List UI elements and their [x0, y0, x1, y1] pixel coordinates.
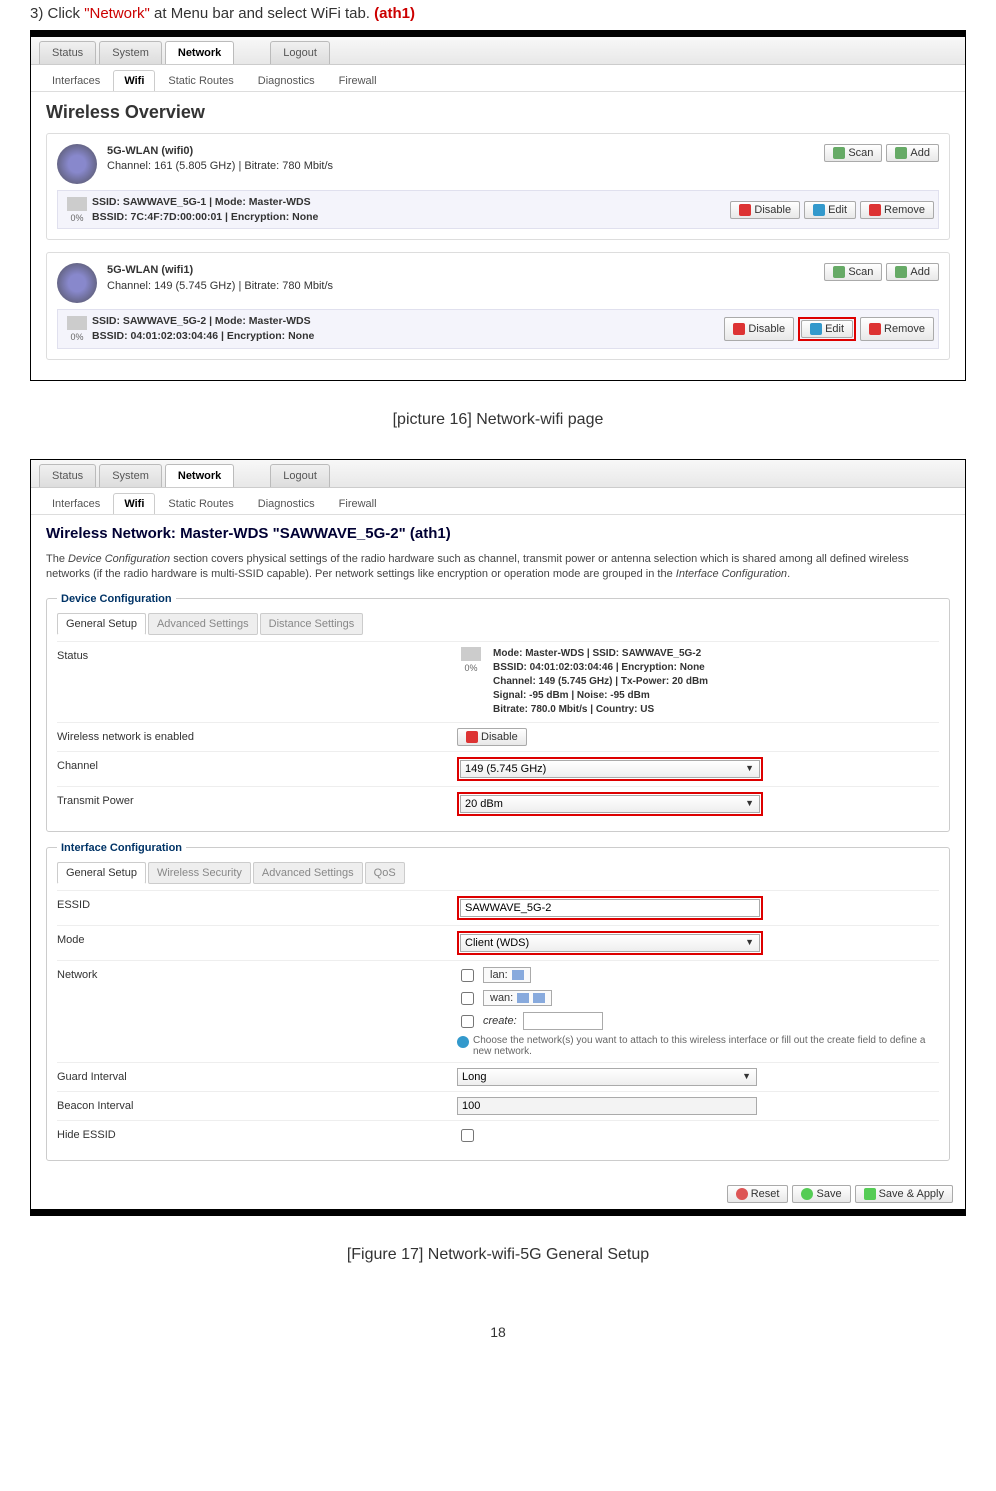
- main-tabs: Status System Network Logout: [31, 37, 965, 65]
- beacon-label: Beacon Interval: [57, 1097, 457, 1112]
- guard-label: Guard Interval: [57, 1068, 457, 1083]
- scan-button[interactable]: Scan: [824, 263, 882, 281]
- net-icon: [517, 993, 529, 1003]
- instruction-text: 3) Click "Network" at Menu bar and selec…: [30, 5, 966, 22]
- innertab-distance[interactable]: Distance Settings: [260, 613, 364, 635]
- subtab-wifi[interactable]: Wifi: [113, 493, 155, 514]
- interface-config-fieldset: Interface Configuration General Setup Wi…: [46, 842, 950, 1161]
- txpower-select[interactable]: [460, 795, 760, 813]
- wan-checkbox[interactable]: [461, 992, 474, 1005]
- tab-logout[interactable]: Logout: [270, 464, 330, 487]
- save-apply-button[interactable]: Save & Apply: [855, 1185, 953, 1203]
- innertab-qos[interactable]: QoS: [365, 862, 405, 884]
- net-icon: [533, 993, 545, 1003]
- description: The Device Configuration section covers …: [46, 552, 950, 583]
- signal-icon: 0%: [62, 316, 92, 342]
- channel-select[interactable]: [460, 760, 760, 778]
- remove-button[interactable]: Remove: [860, 317, 934, 341]
- channel-label: Channel: [57, 757, 457, 772]
- wifi1-block: 5G-WLAN (wifi1) Channel: 149 (5.745 GHz)…: [46, 252, 950, 359]
- tab-network[interactable]: Network: [165, 41, 234, 64]
- mode-label: Mode: [57, 931, 457, 946]
- subtab-firewall[interactable]: Firewall: [328, 493, 388, 514]
- save-button[interactable]: Save: [792, 1185, 850, 1203]
- mode-select[interactable]: [460, 934, 760, 952]
- sub-tabs: Interfaces Wifi Static Routes Diagnostic…: [31, 65, 965, 92]
- enabled-label: Wireless network is enabled: [57, 728, 457, 743]
- page-number: 18: [30, 1324, 966, 1340]
- subtab-static[interactable]: Static Routes: [157, 70, 244, 91]
- subtab-static[interactable]: Static Routes: [157, 493, 244, 514]
- innertab-advanced[interactable]: Advanced Settings: [253, 862, 363, 884]
- hide-essid-label: Hide ESSID: [57, 1126, 457, 1141]
- innertab-general[interactable]: General Setup: [57, 862, 146, 884]
- add-button[interactable]: Add: [886, 144, 939, 162]
- add-button[interactable]: Add: [886, 263, 939, 281]
- essid-label: ESSID: [57, 896, 457, 911]
- guard-select[interactable]: [457, 1068, 757, 1086]
- main-tabs: Status System Network Logout: [31, 460, 965, 488]
- edit-highlight: Edit: [798, 317, 856, 341]
- status-label: Status: [57, 647, 457, 662]
- tab-system[interactable]: System: [99, 41, 162, 64]
- interface-config-legend: Interface Configuration: [57, 842, 186, 854]
- lan-checkbox[interactable]: [461, 969, 474, 982]
- footer-buttons: Reset Save Save & Apply: [31, 1179, 965, 1209]
- disable-button[interactable]: Disable: [724, 317, 794, 341]
- subtab-interfaces[interactable]: Interfaces: [41, 493, 111, 514]
- subtab-firewall[interactable]: Firewall: [328, 70, 388, 91]
- subtab-diag[interactable]: Diagnostics: [247, 70, 326, 91]
- tab-logout[interactable]: Logout: [270, 41, 330, 64]
- tab-status[interactable]: Status: [39, 41, 96, 64]
- caption-1: [picture 16] Network-wifi page: [30, 411, 966, 429]
- disable-button[interactable]: Disable: [457, 728, 527, 746]
- wifi-icon: [57, 144, 97, 184]
- signal-icon: 0%: [62, 197, 92, 223]
- status-details: Mode: Master-WDS | SSID: SAWWAVE_5G-2 BS…: [493, 647, 708, 717]
- txpower-label: Transmit Power: [57, 792, 457, 807]
- remove-button[interactable]: Remove: [860, 201, 934, 219]
- tab-system[interactable]: System: [99, 464, 162, 487]
- device-config-legend: Device Configuration: [57, 593, 176, 605]
- create-input[interactable]: [523, 1012, 603, 1030]
- screenshot-1: Status System Network Logout Interfaces …: [30, 30, 966, 381]
- create-checkbox[interactable]: [461, 1015, 474, 1028]
- tab-network[interactable]: Network: [165, 464, 234, 487]
- edit-button[interactable]: Edit: [801, 320, 853, 338]
- wifi-icon: [57, 263, 97, 303]
- net-icon: [512, 970, 524, 980]
- page-title: Wireless Overview: [46, 102, 950, 123]
- innertab-general[interactable]: General Setup: [57, 613, 146, 635]
- sub-tabs: Interfaces Wifi Static Routes Diagnostic…: [31, 488, 965, 515]
- network-help: Choose the network(s) you want to attach…: [457, 1035, 939, 1057]
- page-title: Wireless Network: Master-WDS "SAWWAVE_5G…: [46, 525, 950, 542]
- signal-icon: 0%: [457, 647, 485, 673]
- innertab-security[interactable]: Wireless Security: [148, 862, 251, 884]
- reset-button[interactable]: Reset: [727, 1185, 789, 1203]
- scan-button[interactable]: Scan: [824, 144, 882, 162]
- essid-input[interactable]: [460, 899, 760, 917]
- subtab-diag[interactable]: Diagnostics: [247, 493, 326, 514]
- screenshot-2: Status System Network Logout Interfaces …: [30, 459, 966, 1216]
- tab-status[interactable]: Status: [39, 464, 96, 487]
- subtab-interfaces[interactable]: Interfaces: [41, 70, 111, 91]
- caption-2: [Figure 17] Network-wifi-5G General Setu…: [30, 1246, 966, 1264]
- disable-button[interactable]: Disable: [730, 201, 800, 219]
- subtab-wifi[interactable]: Wifi: [113, 70, 155, 91]
- device-config-fieldset: Device Configuration General Setup Advan…: [46, 593, 950, 832]
- edit-button[interactable]: Edit: [804, 201, 856, 219]
- innertab-advanced[interactable]: Advanced Settings: [148, 613, 258, 635]
- beacon-input[interactable]: [457, 1097, 757, 1115]
- hide-essid-checkbox[interactable]: [461, 1129, 474, 1142]
- network-label: Network: [57, 966, 457, 981]
- wifi0-block: 5G-WLAN (wifi0) Channel: 161 (5.805 GHz)…: [46, 133, 950, 240]
